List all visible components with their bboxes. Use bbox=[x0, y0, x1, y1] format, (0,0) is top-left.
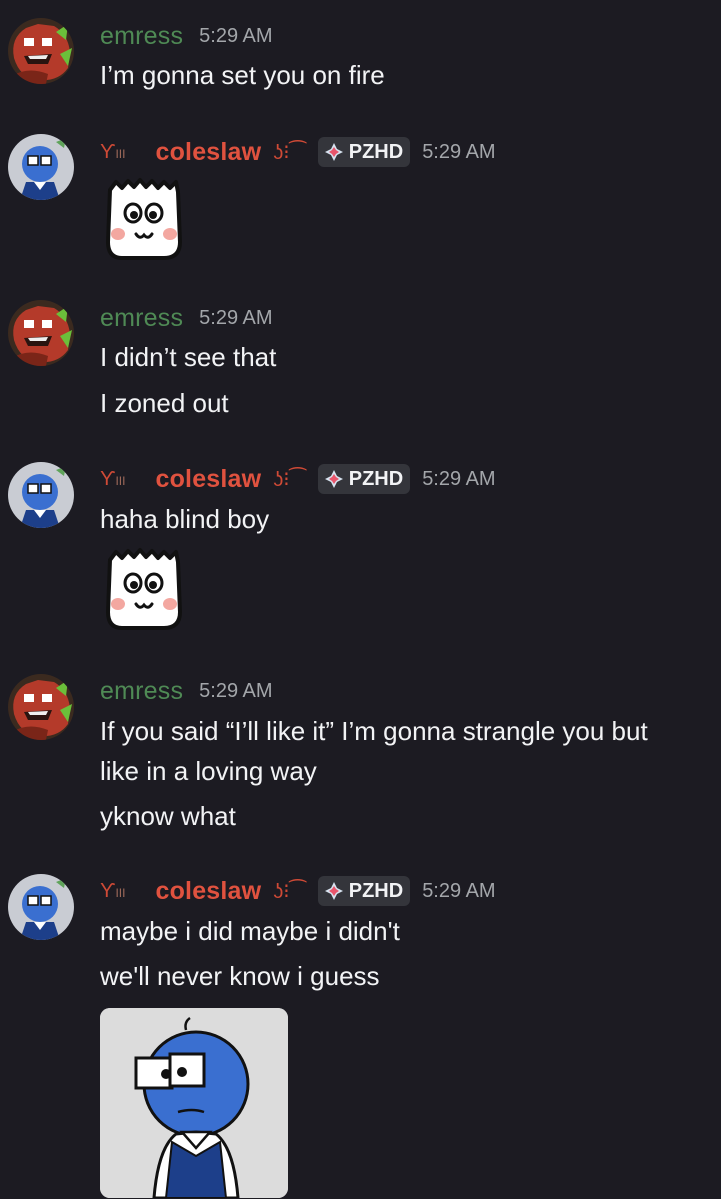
message-header: emress 5:29 AM bbox=[100, 674, 273, 708]
decoration-glyph: ʖ⁝⁀ bbox=[273, 880, 306, 903]
server-tag-label: PZHD bbox=[348, 140, 404, 163]
diamond-sparkle-icon bbox=[324, 882, 343, 900]
diamond-sparkle-icon bbox=[324, 470, 343, 488]
avatar-coleslaw[interactable] bbox=[8, 134, 74, 200]
avatar-emress[interactable] bbox=[8, 18, 74, 84]
username[interactable]: coleslaw bbox=[155, 138, 261, 167]
message-text: maybe i did maybe i didn't bbox=[100, 916, 400, 946]
server-tag[interactable]: PZHD bbox=[317, 876, 411, 906]
timestamp[interactable]: 5:29 AM bbox=[199, 680, 272, 703]
message-header: ϒIII coleslaw ʖ⁝⁀ PZHD 5:29 AM bbox=[100, 874, 496, 908]
username[interactable]: emress bbox=[100, 304, 183, 333]
timestamp[interactable]: 5:29 AM bbox=[199, 307, 272, 330]
message-header: ϒIII coleslaw ʖ⁝⁀ PZHD 5:29 AM bbox=[100, 135, 496, 169]
avatar-coleslaw[interactable] bbox=[8, 874, 74, 940]
message-header: emress 5:29 AM bbox=[100, 19, 273, 53]
username[interactable]: coleslaw bbox=[155, 877, 261, 906]
diamond-sparkle-icon bbox=[324, 143, 343, 161]
decoration-glyph: ʖ⁝⁀ bbox=[273, 468, 306, 491]
blue-character-avatar-icon bbox=[8, 134, 74, 200]
username[interactable]: coleslaw bbox=[155, 465, 261, 494]
avatar-coleslaw[interactable] bbox=[8, 462, 74, 528]
username[interactable]: emress bbox=[100, 677, 183, 706]
message-text: we'll never know i guess bbox=[100, 961, 380, 991]
timestamp[interactable]: 5:29 AM bbox=[422, 468, 495, 491]
username[interactable]: emress bbox=[100, 22, 183, 51]
message-text: like in a loving way bbox=[100, 756, 317, 786]
message-header: emress 5:29 AM bbox=[100, 301, 273, 335]
message-text: yknow what bbox=[100, 801, 236, 831]
timestamp[interactable]: 5:29 AM bbox=[199, 25, 272, 48]
message-header: ϒIII coleslaw ʖ⁝⁀ PZHD 5:29 AM bbox=[100, 462, 496, 496]
white-blob-face-sticker-icon bbox=[106, 178, 182, 260]
timestamp[interactable]: 5:29 AM bbox=[422, 141, 495, 164]
avatar-emress[interactable] bbox=[8, 300, 74, 366]
chat-log: emress 5:29 AM I’m gonna set you on fire… bbox=[0, 0, 721, 1199]
red-character-avatar-icon bbox=[8, 300, 74, 366]
decoration-glyph: ϒIII bbox=[100, 467, 126, 490]
message-text: I didn’t see that bbox=[100, 342, 277, 372]
red-character-avatar-icon bbox=[8, 674, 74, 740]
message-text: I zoned out bbox=[100, 388, 229, 418]
white-blob-face-sticker-icon bbox=[106, 548, 182, 630]
red-character-avatar-icon bbox=[8, 18, 74, 84]
blue-character-avatar-icon bbox=[8, 462, 74, 528]
server-tag[interactable]: PZHD bbox=[317, 464, 411, 494]
blue-character-image bbox=[100, 1008, 288, 1198]
sticker[interactable] bbox=[104, 176, 184, 262]
message-text: I’m gonna set you on fire bbox=[100, 60, 385, 90]
image-attachment[interactable] bbox=[100, 1008, 288, 1198]
decoration-glyph: ϒIII bbox=[100, 140, 126, 163]
message-text: If you said “I’ll like it” I’m gonna str… bbox=[100, 716, 648, 746]
blue-character-avatar-icon bbox=[8, 874, 74, 940]
sticker[interactable] bbox=[104, 546, 184, 632]
timestamp[interactable]: 5:29 AM bbox=[422, 880, 495, 903]
server-tag-label: PZHD bbox=[348, 467, 404, 490]
server-tag-label: PZHD bbox=[348, 879, 404, 902]
message-text: haha blind boy bbox=[100, 504, 270, 534]
server-tag[interactable]: PZHD bbox=[317, 137, 411, 167]
avatar-emress[interactable] bbox=[8, 674, 74, 740]
decoration-glyph: ϒIII bbox=[100, 879, 126, 902]
decoration-glyph: ʖ⁝⁀ bbox=[273, 141, 306, 164]
